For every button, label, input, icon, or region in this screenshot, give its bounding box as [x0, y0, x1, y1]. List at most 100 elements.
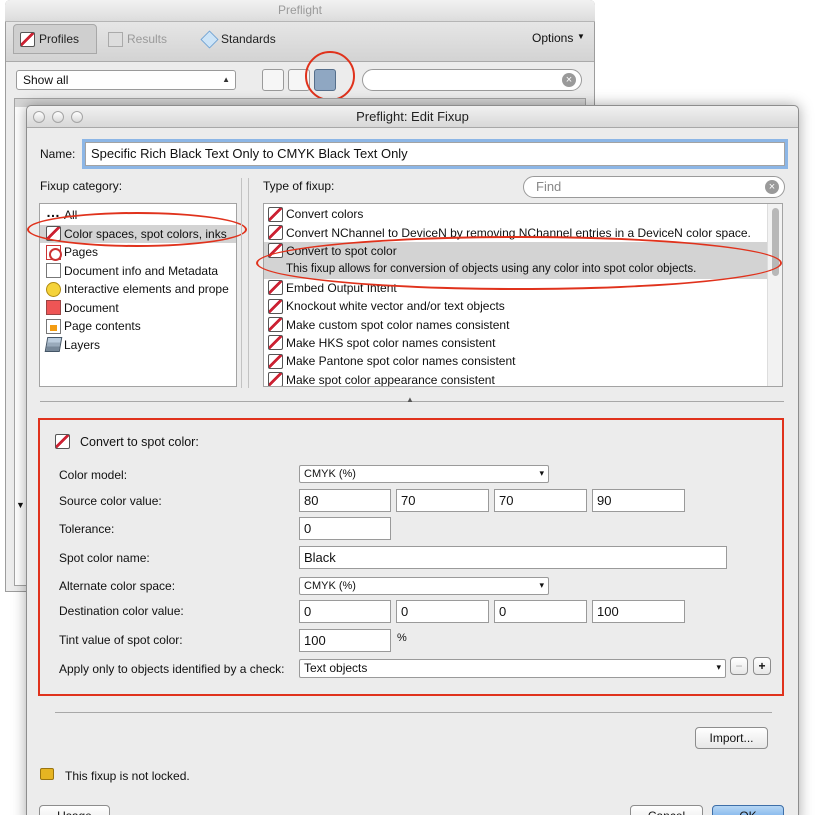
- category-label: Pages: [64, 245, 99, 260]
- fixup-wand-icon: [55, 434, 70, 449]
- show-filter-select[interactable]: Show all ▲: [16, 70, 236, 90]
- clear-find-icon[interactable]: ×: [765, 180, 779, 194]
- fixup-item[interactable]: Make custom spot color names consistent: [264, 315, 782, 333]
- category-label: Interactive elements and prope: [64, 282, 229, 297]
- color-model-select[interactable]: CMYK (%) ▾: [299, 465, 549, 483]
- fixup-label: Make spot color appearance consistent: [286, 372, 495, 387]
- layers-icon: [44, 337, 63, 353]
- resize-handle-icon[interactable]: ▲: [406, 395, 414, 404]
- ok-button[interactable]: OK: [712, 805, 784, 815]
- profile-search-input[interactable]: ×: [362, 69, 582, 91]
- fixup-item[interactable]: Convert colors: [264, 205, 782, 223]
- tab-standards-label: Standards: [221, 32, 276, 46]
- fixup-item[interactable]: Make Pantone spot color names consistent: [264, 352, 782, 370]
- info-icon: [46, 263, 61, 279]
- fixup-item[interactable]: Knockout white vector and/or text object…: [264, 297, 782, 315]
- unlocked-icon: [40, 768, 54, 780]
- spot-name-label: Spot color name:: [59, 551, 150, 565]
- spot-name-input[interactable]: Black: [299, 546, 727, 569]
- remove-check-button[interactable]: −: [730, 657, 748, 675]
- fixup-label: Knockout white vector and/or text object…: [286, 299, 505, 314]
- category-label: Layers: [64, 337, 101, 352]
- pdf-icon: [46, 244, 62, 261]
- color-model-value: CMYK (%): [304, 468, 356, 480]
- tab-results[interactable]: Results: [108, 24, 188, 54]
- tint-input[interactable]: 100: [299, 629, 391, 652]
- find-fixup-input[interactable]: Find ×: [523, 176, 785, 198]
- tint-unit: %: [397, 632, 407, 644]
- alt-space-select[interactable]: CMYK (%) ▾: [299, 577, 549, 595]
- zoom-window-icon[interactable]: [71, 111, 83, 123]
- dest-y-input[interactable]: 0: [494, 600, 587, 623]
- fixup-item[interactable]: Make spot color appearance consistent: [264, 371, 782, 387]
- fixup-label: Make HKS spot color names consistent: [286, 335, 496, 350]
- fixup-category-label: Fixup category:: [40, 179, 123, 193]
- annotation-oval-fixup-type: [256, 236, 782, 290]
- apply-check-label: Apply only to objects identified by a ch…: [59, 662, 285, 676]
- alt-space-label: Alternate color space:: [59, 579, 176, 593]
- chevron-down-icon: ▾: [539, 580, 544, 590]
- disclosure-triangle-icon[interactable]: ▼: [16, 500, 25, 510]
- dialog-title-text: Preflight: Edit Fixup: [356, 109, 469, 124]
- dialog-title: Preflight: Edit Fixup: [27, 106, 798, 128]
- category-item[interactable]: Layers: [40, 336, 236, 355]
- annotation-oval-category: [27, 212, 247, 247]
- chevron-down-icon: ▲: [222, 75, 230, 84]
- import-button[interactable]: Import...: [695, 727, 768, 749]
- split-pane-divider[interactable]: [241, 178, 249, 388]
- category-item[interactable]: Document: [40, 299, 236, 318]
- fixup-list-scrollbar[interactable]: [767, 204, 782, 386]
- dest-m-input[interactable]: 0: [396, 600, 489, 623]
- category-item[interactable]: Document info and Metadata: [40, 262, 236, 281]
- color-model-label: Color model:: [59, 468, 128, 482]
- category-item[interactable]: Page contents: [40, 317, 236, 336]
- fixup-label: Convert colors: [286, 207, 364, 222]
- category-label: Page contents: [64, 319, 141, 334]
- comment-icon: [46, 281, 61, 297]
- lock-status-text: This fixup is not locked.: [65, 769, 190, 783]
- fixup-label: Make custom spot color names consistent: [286, 317, 510, 332]
- tolerance-label: Tolerance:: [59, 522, 115, 536]
- name-label: Name:: [40, 147, 76, 161]
- source-y-input[interactable]: 70: [494, 489, 587, 512]
- clear-search-icon[interactable]: ×: [562, 73, 576, 87]
- source-c-input[interactable]: 80: [299, 489, 391, 512]
- options-menu[interactable]: Options: [532, 31, 573, 45]
- tolerance-input[interactable]: 0: [299, 517, 391, 540]
- tab-profiles[interactable]: Profiles: [13, 24, 97, 54]
- fixup-label: Make Pantone spot color names consistent: [286, 354, 516, 369]
- results-icon: [108, 31, 123, 47]
- fixup-wand-icon: [268, 280, 283, 296]
- fixup-name-input[interactable]: Specific Rich Black Text Only to CMYK Bl…: [85, 142, 785, 166]
- new-profile-icon[interactable]: [262, 69, 284, 91]
- fixup-type-list: Convert colors Convert NChannel to Devic…: [263, 203, 783, 387]
- footer-divider: [55, 712, 772, 713]
- source-k-input[interactable]: 90: [592, 489, 685, 512]
- category-label: Document info and Metadata: [64, 263, 219, 278]
- destination-color-label: Destination color value:: [59, 604, 184, 618]
- category-label: Document: [64, 300, 119, 315]
- profiles-icon: [20, 31, 35, 47]
- source-color-label: Source color value:: [59, 494, 162, 508]
- find-placeholder: Find: [536, 179, 562, 194]
- fixup-wand-icon: [268, 353, 283, 369]
- tab-standards[interactable]: Standards: [200, 24, 292, 54]
- dest-k-input[interactable]: 100: [592, 600, 685, 623]
- category-item[interactable]: Interactive elements and prope: [40, 280, 236, 299]
- fixup-wand-icon: [268, 335, 283, 351]
- page-icon: [46, 318, 61, 334]
- usage-button[interactable]: Usage: [39, 805, 110, 815]
- cancel-button[interactable]: Cancel: [630, 805, 703, 815]
- source-m-input[interactable]: 70: [396, 489, 489, 512]
- tab-profiles-label: Profiles: [39, 32, 80, 46]
- fixup-wand-icon: [268, 372, 283, 386]
- fixup-wand-icon: [268, 317, 283, 333]
- minimize-window-icon[interactable]: [52, 111, 64, 123]
- settings-heading: Convert to spot color:: [80, 435, 199, 449]
- add-check-button[interactable]: +: [753, 657, 771, 675]
- apply-check-select[interactable]: Text objects ▾: [299, 659, 726, 678]
- fixup-wand-icon: [268, 225, 283, 241]
- fixup-item[interactable]: Make HKS spot color names consistent: [264, 334, 782, 352]
- close-window-icon[interactable]: [33, 111, 45, 123]
- dest-c-input[interactable]: 0: [299, 600, 391, 623]
